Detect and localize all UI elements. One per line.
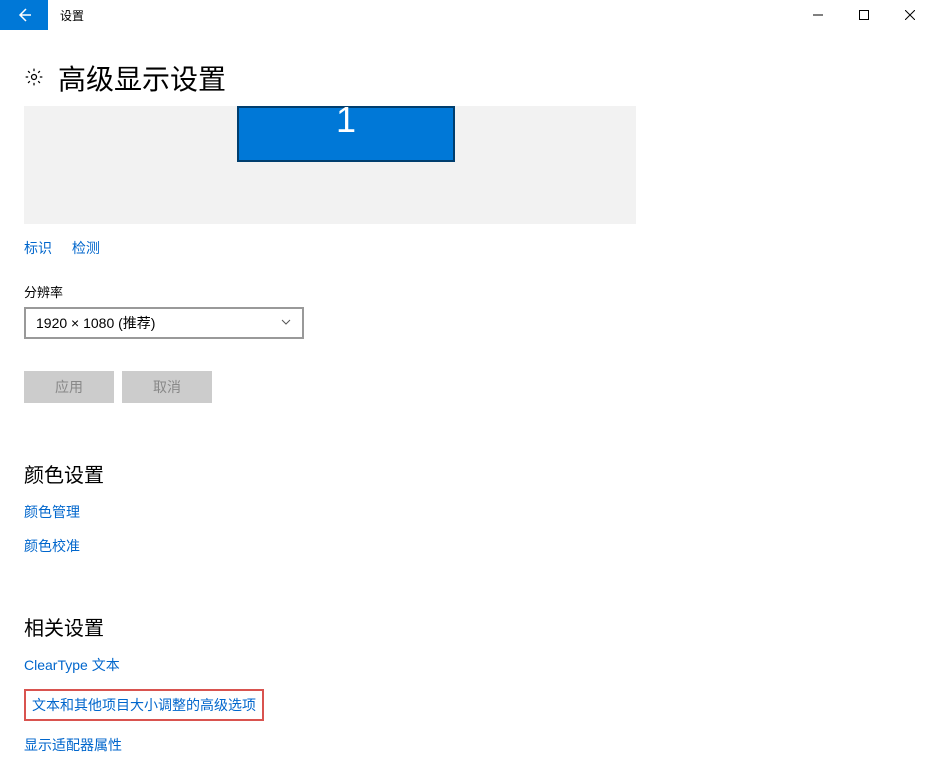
related-settings-heading: 相关设置 <box>24 612 909 641</box>
back-button[interactable] <box>0 0 48 30</box>
cancel-button[interactable]: 取消 <box>122 371 212 403</box>
close-button[interactable] <box>887 0 933 30</box>
apply-button[interactable]: 应用 <box>24 371 114 403</box>
content-area: 高级显示设置 1 标识 检测 分辨率 1920 × 1080 (推荐) 应用 取… <box>0 58 933 755</box>
identify-link[interactable]: 标识 <box>24 240 52 256</box>
close-icon <box>905 10 915 20</box>
advanced-sizing-highlight: 文本和其他项目大小调整的高级选项 <box>24 689 264 721</box>
maximize-icon <box>859 10 869 20</box>
resolution-label: 分辨率 <box>24 282 909 301</box>
cleartype-link[interactable]: ClearType 文本 <box>24 655 120 675</box>
minimize-button[interactable] <box>795 0 841 30</box>
monitor-1[interactable]: 1 <box>237 106 455 162</box>
color-settings-heading: 颜色设置 <box>24 459 909 488</box>
titlebar: 设置 <box>0 0 933 30</box>
resolution-dropdown[interactable]: 1920 × 1080 (推荐) <box>24 307 304 339</box>
color-management-link[interactable]: 颜色管理 <box>24 502 80 522</box>
gear-icon <box>24 67 44 90</box>
window-controls <box>795 0 933 30</box>
advanced-sizing-link[interactable]: 文本和其他项目大小调整的高级选项 <box>32 695 256 715</box>
page-title: 高级显示设置 <box>58 58 226 98</box>
monitor-label: 1 <box>336 99 356 141</box>
color-calibration-link[interactable]: 颜色校准 <box>24 536 80 556</box>
minimize-icon <box>813 10 823 20</box>
chevron-down-icon <box>280 315 292 331</box>
display-preview: 1 <box>24 106 636 224</box>
maximize-button[interactable] <box>841 0 887 30</box>
arrow-left-icon <box>16 7 32 23</box>
display-actions: 标识 检测 <box>24 238 909 258</box>
window-title: 设置 <box>60 7 84 24</box>
resolution-selected: 1920 × 1080 (推荐) <box>36 313 155 333</box>
page-header: 高级显示设置 <box>24 58 909 98</box>
detect-link[interactable]: 检测 <box>72 240 100 256</box>
adapter-properties-link[interactable]: 显示适配器属性 <box>24 735 122 755</box>
button-row: 应用 取消 <box>24 371 909 403</box>
